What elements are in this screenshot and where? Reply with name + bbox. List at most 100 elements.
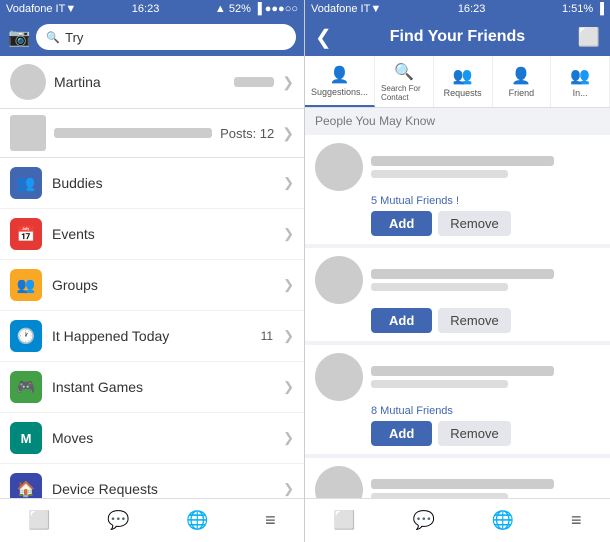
right-panel: Vodafone IT▼ 16:23 1:51% ▐ ❮ Find Your F… [305,0,610,542]
groups-icon: 👥 [10,269,42,301]
person-name-bar [371,366,554,376]
camera-icon[interactable]: 📷 [8,27,30,48]
profile-chevron: ❯ [282,74,294,91]
left-panel: Vodafone IT▼ 16:23 ▲ 52% ▐ ●●●○○ 📷 🔍 Mar… [0,0,305,542]
menu-label-buddies: Buddies [52,175,273,191]
left-nav-menu[interactable]: ≡ [265,510,276,531]
person-name-bar [371,156,554,166]
requests-icon: 👥 [453,66,473,86]
search-tab-icon: 🔍 [394,62,414,82]
menu-item-groups[interactable]: 👥 Groups ❯ [0,260,304,311]
tab-label-suggestions: Suggestions... [311,87,368,97]
right-status-bar: Vodafone IT▼ 16:23 1:51% ▐ [305,0,610,18]
tabs-bar: 👤 Suggestions... 🔍 Search For Contact 👥 … [305,56,610,108]
posts-avatar [10,115,46,151]
right-bottom-nav: ⬜ 💬 🌐 ≡ [305,498,610,542]
on-this-day-icon: 🕐 [10,320,42,352]
menu-item-on-this-day[interactable]: 🕐 It Happened Today 11 ❯ [0,311,304,362]
events-icon: 📅 [10,218,42,250]
avatar [315,353,363,401]
friend-icon: 👤 [511,66,531,86]
right-time: 16:23 [458,3,486,15]
menu-label-instant-games: Instant Games [52,379,273,395]
avatar [315,256,363,304]
person-info [371,269,600,291]
tab-label-search: Search For Contact [381,84,427,102]
person-info [371,366,600,388]
buddies-icon: 👥 [10,167,42,199]
remove-button[interactable]: Remove [438,308,510,333]
person-top [315,143,600,191]
moves-chevron: ❯ [283,430,294,446]
profile-name: Martina [54,74,226,90]
person-info [371,156,600,178]
menu-item-device-requests[interactable]: 🏠 Device Requests ❯ [0,464,304,498]
menu-item-buddies[interactable]: 👥 Buddies ❯ [0,158,304,209]
menu-item-events[interactable]: 📅 Events ❯ [0,209,304,260]
list-item: 5 Mutual Friends ! Add Remove [305,135,610,244]
posts-count: Posts: 12 [220,126,274,141]
menu-label-device-requests: Device Requests [52,481,273,497]
left-nav-home[interactable]: ⬜ [28,510,50,531]
avatar [10,64,46,100]
tab-search[interactable]: 🔍 Search For Contact [375,56,434,107]
remove-button[interactable]: Remove [438,421,510,446]
invited-icon: 👥 [570,66,590,86]
left-bottom-nav: ⬜ 💬 🌐 ≡ [0,498,304,542]
right-carrier: Vodafone IT▼ [311,3,381,15]
add-button[interactable]: Add [371,421,432,446]
list-item: 1 Mutual Friendship ! Add Remove [305,458,610,498]
person-sub-bar [371,170,508,178]
avatar [315,143,363,191]
right-nav-globe[interactable]: 🌐 [492,510,514,531]
posts-bar [54,128,212,138]
right-nav-messenger[interactable]: 💬 [413,510,435,531]
tab-label-friend: Friend [509,88,535,98]
mutual-friends: 5 Mutual Friends ! [371,195,600,207]
events-chevron: ❯ [283,226,294,242]
tab-friend[interactable]: 👤 Friend [493,56,552,107]
menu-label-on-this-day: It Happened Today [52,328,251,344]
menu-item-moves[interactable]: M Moves ❯ [0,413,304,464]
posts-chevron: ❯ [282,125,294,142]
on-this-day-badge: 11 [261,329,273,343]
tab-requests[interactable]: 👥 Requests [434,56,493,107]
suggestions-icon: 👤 [330,65,350,85]
avatar [315,466,363,498]
list-item: 8 Mutual Friends Add Remove [305,345,610,454]
posts-row[interactable]: Posts: 12 ❯ [0,109,304,158]
add-button[interactable]: Add [371,308,432,333]
right-nav-menu[interactable]: ≡ [571,510,582,531]
list-item: Add Remove [305,248,610,341]
right-nav-home[interactable]: ⬜ [333,510,355,531]
tab-invited[interactable]: 👥 In... [551,56,610,107]
buddies-chevron: ❯ [283,175,294,191]
left-time: 16:23 [132,3,160,15]
person-actions: Add Remove [371,211,600,236]
tab-suggestions[interactable]: 👤 Suggestions... [305,56,375,107]
search-input-wrap[interactable]: 🔍 [36,24,296,50]
menu-item-instant-games[interactable]: 🎮 Instant Games ❯ [0,362,304,413]
header-title: Find Your Friends [390,28,525,46]
left-nav-messenger[interactable]: 💬 [107,510,129,531]
person-sub-bar [371,283,508,291]
left-nav-globe[interactable]: 🌐 [186,510,208,531]
tab-label-invited: In... [573,88,588,98]
menu-label-moves: Moves [52,430,273,446]
right-header-action-icon[interactable]: ⬜ [578,27,600,48]
profile-name-bar [234,77,274,87]
person-sub-bar [371,380,508,388]
right-signal: 1:51% ▐ [562,3,604,15]
device-requests-icon: 🏠 [10,473,42,498]
right-header: ❮ Find Your Friends ⬜ [305,18,610,56]
menu-list: 👥 Buddies ❯ 📅 Events ❯ 👥 Groups ❯ 🕐 It H… [0,158,304,498]
groups-chevron: ❯ [283,277,294,293]
back-button[interactable]: ❮ [315,25,332,50]
search-input[interactable] [65,30,286,45]
person-actions: Add Remove [371,421,600,446]
left-search-bar: 📷 🔍 [0,18,304,56]
profile-row[interactable]: Martina ❯ [0,56,304,109]
remove-button[interactable]: Remove [438,211,510,236]
add-button[interactable]: Add [371,211,432,236]
menu-label-groups: Groups [52,277,273,293]
